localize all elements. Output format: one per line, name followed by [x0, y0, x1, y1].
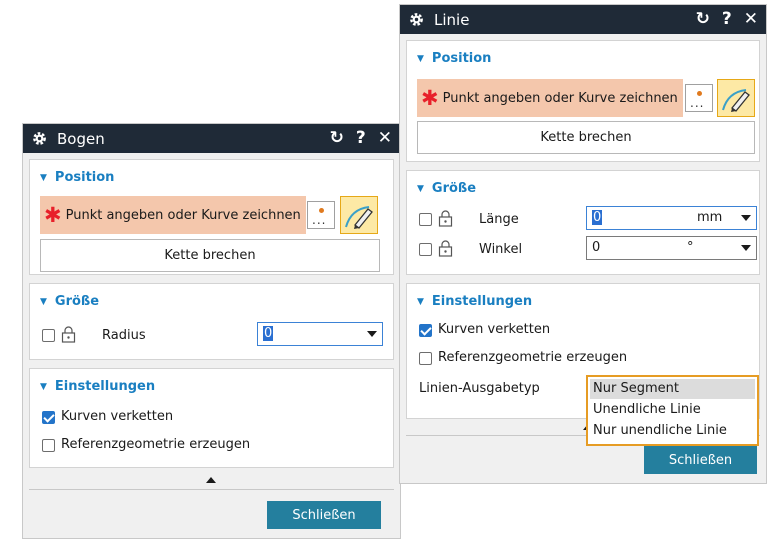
bogen-close-button[interactable]: Schließen: [267, 501, 381, 529]
bogen-ref-geometry-checkbox[interactable]: [42, 439, 55, 452]
bogen-settings-header[interactable]: ▼ Einstellungen: [40, 379, 155, 394]
expand-triangle-icon: ▼: [40, 381, 47, 392]
linie-angle-unit: °: [687, 240, 694, 255]
linie-position-header[interactable]: ▼ Position: [417, 51, 491, 66]
bogen-chain-curves-label: Kurven verketten: [61, 409, 174, 424]
linie-length-input[interactable]: 0 mm: [586, 206, 757, 230]
linie-close-button[interactable]: Schließen: [644, 446, 757, 474]
bogen-dialog: Bogen ↻ ? ✕ ▼ Position ✱ Punkt angeben o…: [22, 123, 401, 539]
bogen-position-header[interactable]: ▼ Position: [40, 170, 114, 185]
help-icon[interactable]: ?: [356, 130, 366, 147]
linie-size-header[interactable]: ▼ Größe: [417, 181, 476, 196]
linie-chain-curves-checkbox[interactable]: [419, 324, 432, 337]
bogen-chain-curves-checkbox[interactable]: [42, 411, 55, 424]
linie-select-point-row[interactable]: ✱ Punkt angeben oder Kurve zeichnen: [417, 79, 683, 117]
output-type-option[interactable]: Nur Segment: [590, 379, 755, 399]
linie-angle-label: Winkel: [479, 242, 523, 257]
bogen-break-chain-button[interactable]: Kette brechen: [40, 239, 380, 272]
linie-break-chain-button[interactable]: Kette brechen: [417, 121, 755, 154]
sketch-curve-button[interactable]: [717, 79, 755, 117]
expand-triangle-icon: ▼: [417, 296, 424, 307]
pencil-curve-icon: [722, 89, 750, 112]
lock-icon[interactable]: [438, 210, 453, 227]
linie-length-value: 0: [592, 210, 603, 225]
linie-angle-value: 0: [592, 240, 601, 255]
linie-chain-curves-label: Kurven verketten: [438, 322, 551, 337]
bogen-radius-input[interactable]: 0: [257, 322, 383, 346]
output-type-option[interactable]: Unendliche Linie: [590, 400, 755, 420]
linie-output-type-label: Linien-Ausgabetyp: [419, 381, 540, 396]
close-icon[interactable]: ✕: [744, 11, 758, 28]
expand-triangle-icon: ▼: [40, 172, 47, 183]
linie-ref-geometry-label: Referenzgeometrie erzeugen: [438, 350, 628, 365]
close-icon[interactable]: ✕: [378, 130, 392, 147]
sketch-curve-button[interactable]: [340, 196, 378, 234]
bogen-radius-value: 0: [263, 326, 274, 341]
bogen-radius-label: Radius: [102, 328, 146, 343]
output-type-option[interactable]: Nur unendliche Linie: [590, 421, 755, 441]
linie-select-label: Punkt angeben oder Kurve zeichnen: [442, 90, 678, 106]
bogen-ref-geometry-label: Referenzgeometrie erzeugen: [61, 437, 251, 452]
lock-icon[interactable]: [438, 240, 453, 257]
gear-icon: [410, 13, 423, 26]
bogen-size-header[interactable]: ▼ Größe: [40, 294, 99, 309]
collapse-arrow-icon[interactable]: [206, 477, 216, 483]
linie-angle-checkbox[interactable]: [419, 243, 432, 256]
point-dialog-button[interactable]: ...: [685, 84, 713, 112]
linie-size-section: ▼ Größe Länge 0 mm Winkel 0 °: [406, 170, 760, 275]
bogen-footer-divider: [29, 489, 394, 490]
gear-icon: [33, 132, 46, 145]
linie-length-checkbox[interactable]: [419, 213, 432, 226]
reset-icon[interactable]: ↻: [330, 130, 344, 147]
help-icon[interactable]: ?: [722, 11, 732, 28]
expand-triangle-icon: ▼: [40, 296, 47, 307]
linie-titlebar[interactable]: Linie ↻ ? ✕: [400, 5, 766, 34]
linie-settings-header[interactable]: ▼ Einstellungen: [417, 294, 532, 309]
required-star-icon: ✱: [44, 202, 62, 227]
chevron-down-icon[interactable]: [741, 245, 751, 251]
expand-triangle-icon: ▼: [417, 53, 424, 64]
bogen-title: Bogen: [57, 129, 105, 148]
linie-length-unit: mm: [697, 210, 723, 225]
expand-triangle-icon: ▼: [417, 183, 424, 194]
pencil-curve-icon: [345, 206, 373, 229]
bogen-select-point-row[interactable]: ✱ Punkt angeben oder Kurve zeichnen: [40, 196, 306, 234]
chevron-down-icon[interactable]: [741, 215, 751, 221]
linie-angle-input[interactable]: 0 °: [586, 236, 757, 260]
bogen-settings-section: ▼ Einstellungen Kurven verketten Referen…: [29, 368, 394, 468]
bogen-titlebar[interactable]: Bogen ↻ ? ✕: [23, 124, 400, 153]
required-star-icon: ✱: [421, 85, 439, 110]
lock-icon[interactable]: [61, 326, 76, 343]
linie-ref-geometry-checkbox[interactable]: [419, 352, 432, 365]
point-dialog-button[interactable]: ...: [307, 201, 335, 229]
reset-icon[interactable]: ↻: [696, 11, 710, 28]
bogen-position-section: ▼ Position ✱ Punkt angeben oder Kurve ze…: [29, 159, 394, 275]
linie-length-label: Länge: [479, 212, 519, 227]
chevron-down-icon[interactable]: [367, 331, 377, 337]
linie-position-section: ▼ Position ✱ Punkt angeben oder Kurve ze…: [406, 40, 760, 162]
bogen-radius-checkbox[interactable]: [42, 329, 55, 342]
output-type-dropdown-list[interactable]: Nur Segment Unendliche Linie Nur unendli…: [586, 375, 759, 446]
bogen-size-section: ▼ Größe Radius 0: [29, 283, 394, 360]
linie-title: Linie: [434, 10, 470, 29]
bogen-select-label: Punkt angeben oder Kurve zeichnen: [65, 207, 301, 223]
